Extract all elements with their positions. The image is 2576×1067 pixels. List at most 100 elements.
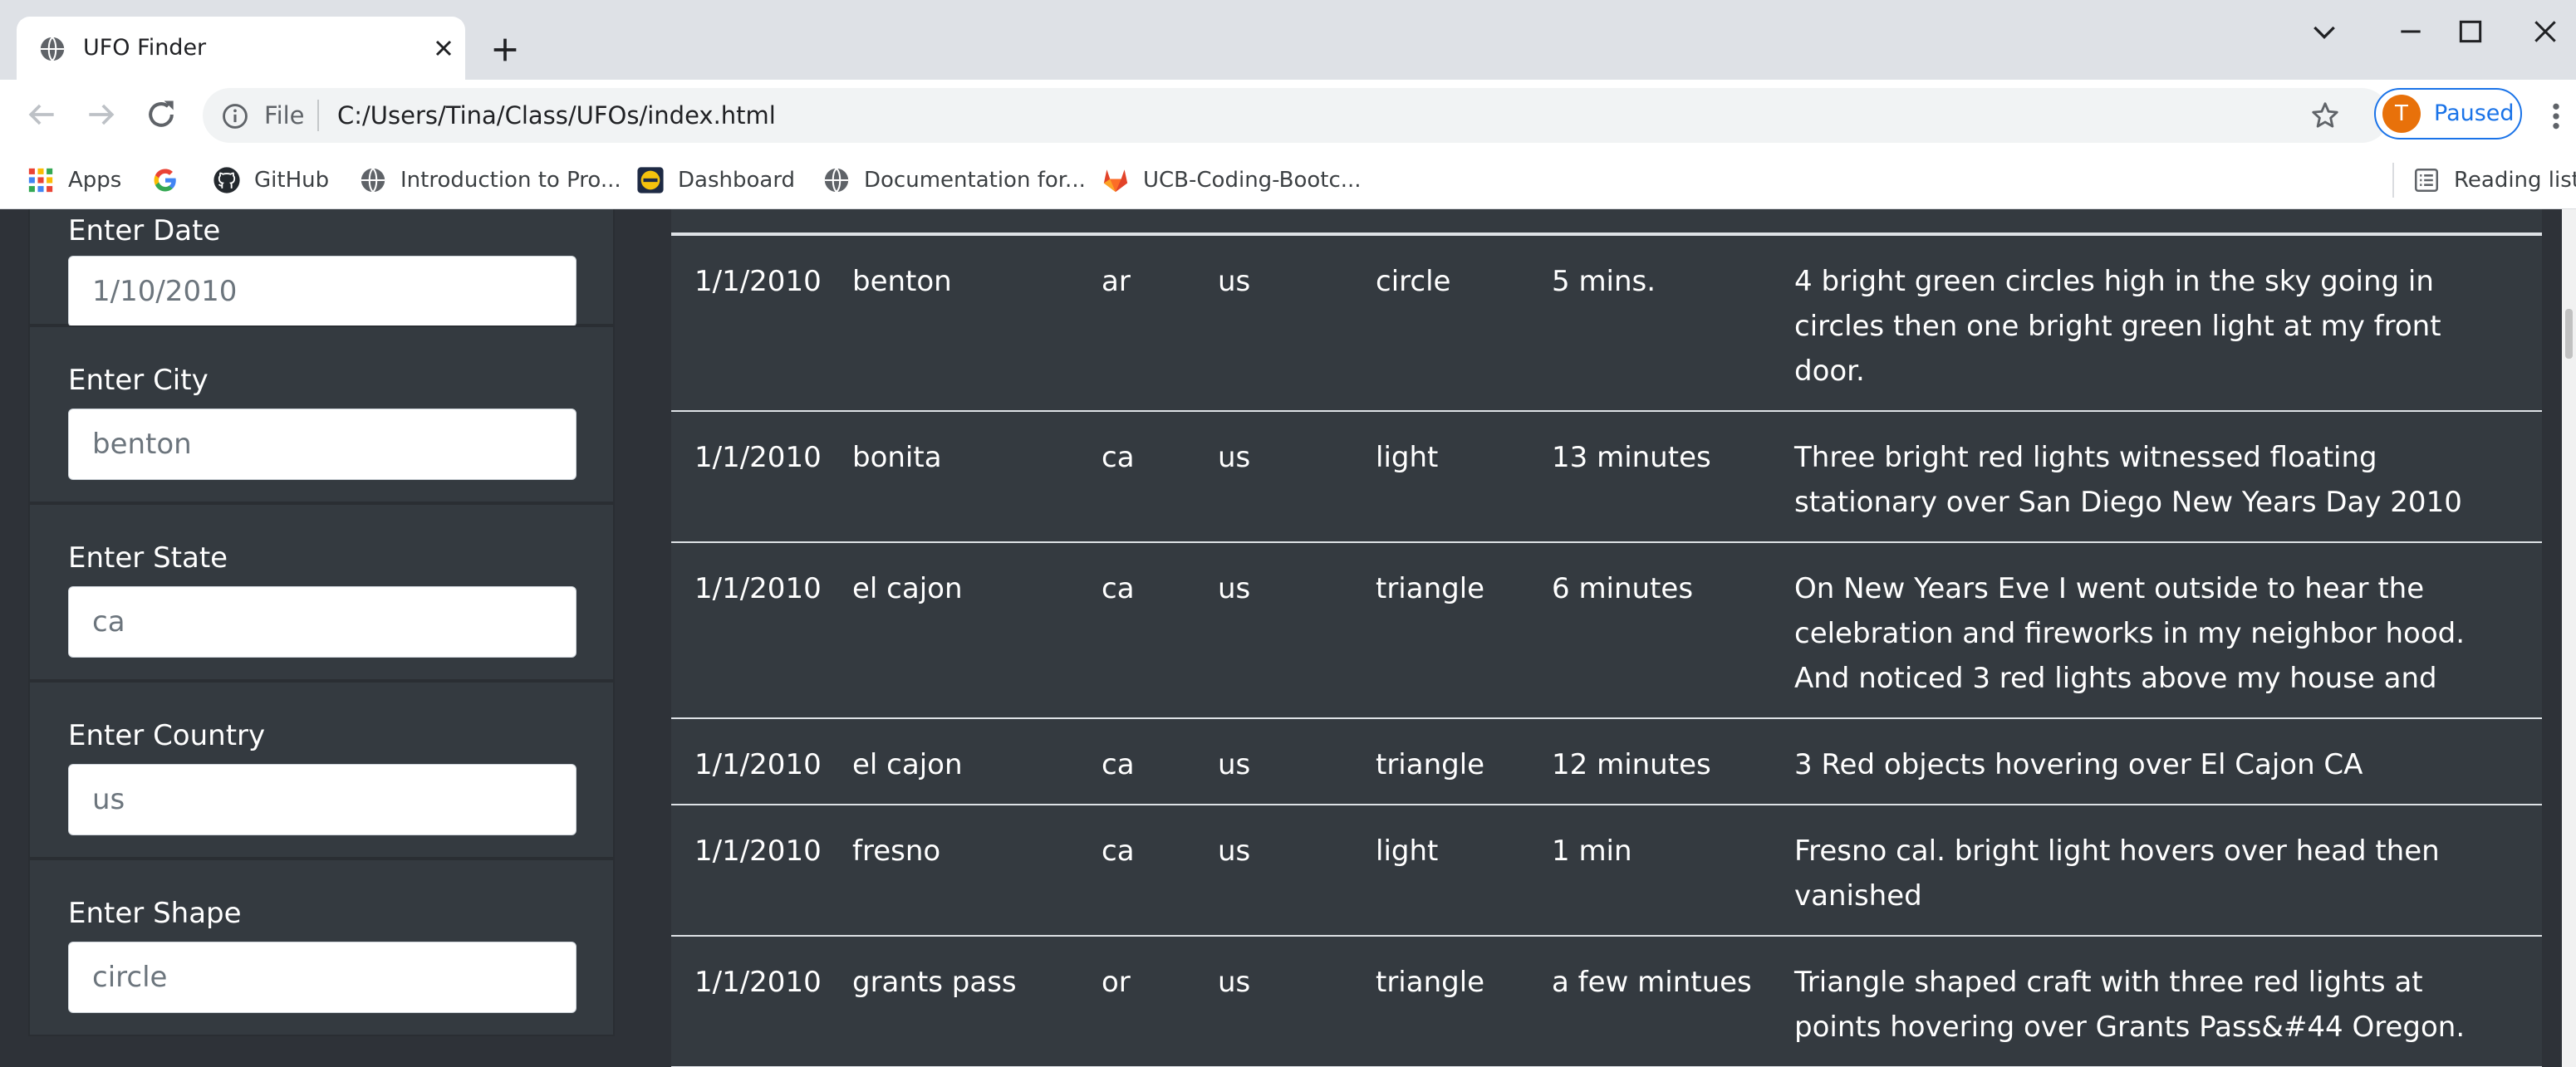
dashboard-logo-icon (637, 167, 664, 193)
page-scrollbar[interactable] (2562, 209, 2576, 1067)
cell-city: bonita (852, 411, 1102, 543)
cell-shape: triangle (1376, 936, 1552, 1067)
bookmark-label: UCB-Coding-Bootc... (1143, 168, 1362, 193)
table-row: 1/1/2010 el cajon ca us triangle 12 minu… (671, 718, 2542, 805)
tab-search-chevron-icon[interactable] (2308, 15, 2341, 48)
minimize-icon[interactable] (2394, 15, 2427, 48)
menu-kebab-icon[interactable] (2544, 100, 2569, 133)
cell-city: el cajon (852, 718, 1102, 805)
cell-state: or (1102, 936, 1218, 1067)
url-text[interactable]: C:/Users/Tina/Class/UFOs/index.html (337, 100, 776, 130)
globe-icon (361, 168, 385, 193)
site-info-icon[interactable] (221, 102, 249, 130)
cell-comments: On New Years Eve I went outside to hear … (1794, 542, 2542, 719)
address-bar[interactable]: File C:/Users/Tina/Class/UFOs/index.html (203, 88, 2389, 143)
cell-shape: triangle (1376, 542, 1552, 719)
reading-list-label: Reading list (2454, 168, 2576, 193)
close-window-icon[interactable] (2529, 15, 2562, 48)
tab-ufo-finder[interactable]: UFO Finder (17, 17, 465, 80)
bookmark-google[interactable] (151, 164, 179, 196)
table-row: 1/1/2010 bonita ca us light 13 minutes T… (671, 411, 2542, 543)
cell-duration: 6 minutes (1552, 542, 1794, 719)
forward-arrow-icon[interactable] (83, 96, 120, 133)
filter-label: Enter Date (68, 214, 221, 247)
cell-duration: a few mintues (1552, 936, 1794, 1067)
table-row: 1/1/2010 grants pass or us triangle a fe… (671, 936, 2542, 1067)
cell-state: ar (1102, 236, 1218, 412)
cell-comments: 3 Red objects hovering over El Cajon CA (1794, 718, 2542, 805)
cell-city: benton (852, 236, 1102, 412)
filter-label: Enter Shape (68, 897, 242, 930)
bookmark-apps[interactable]: Apps (27, 164, 121, 196)
bookmark-introduction[interactable]: Introduction to Pro... (359, 164, 621, 196)
bookmark-label: Introduction to Pro... (400, 168, 621, 193)
filter-label: Enter Country (68, 719, 266, 752)
cell-date: 1/1/2010 (671, 236, 852, 412)
ufo-table: 1/1/2010 benton ar us circle 5 mins. 4 b… (671, 209, 2542, 1067)
cell-date: 1/1/2010 (671, 805, 852, 937)
cell-city: grants pass (852, 936, 1102, 1067)
cell-country: us (1218, 411, 1376, 543)
gitlab-icon (1103, 169, 1128, 193)
cell-date: 1/1/2010 (671, 542, 852, 719)
maximize-icon[interactable] (2454, 15, 2487, 48)
cell-date: 1/1/2010 (671, 936, 852, 1067)
tab-title: UFO Finder (83, 35, 207, 61)
table-row: 1/1/2010 fresno ca us light 1 min Fresno… (671, 805, 2542, 937)
cell-country: us (1218, 936, 1376, 1067)
close-tab-icon[interactable] (430, 35, 457, 61)
country-input[interactable] (68, 764, 577, 835)
filter-state: Enter State (28, 503, 615, 681)
table-row: 1/1/2010 el cajon ca us triangle 6 minut… (671, 542, 2542, 719)
globe-icon (824, 168, 849, 193)
bookmark-github[interactable]: GitHub (213, 164, 329, 196)
profile-status: Paused (2434, 100, 2515, 126)
cell-comments: Triangle shaped craft with three red lig… (1794, 936, 2542, 1067)
filter-shape: Enter Shape (28, 859, 615, 1036)
reading-list-button[interactable]: Reading list (2412, 164, 2576, 196)
date-input[interactable] (68, 256, 577, 327)
cell-shape: light (1376, 411, 1552, 543)
cell-duration: 12 minutes (1552, 718, 1794, 805)
cell-comments: Fresno cal. bright light hovers over hea… (1794, 805, 2542, 937)
new-tab-icon[interactable] (488, 33, 522, 66)
back-arrow-icon[interactable] (23, 96, 60, 133)
bookmark-label: Documentation for... (864, 168, 1086, 193)
cell-country: us (1218, 718, 1376, 805)
cell-country: us (1218, 805, 1376, 937)
profile-button[interactable]: T Paused (2374, 88, 2522, 139)
url-scheme: File (264, 101, 305, 130)
bookmark-star-icon[interactable] (2309, 100, 2341, 131)
cell-shape: light (1376, 805, 1552, 937)
browser-toolbar: File C:/Users/Tina/Class/UFOs/index.html… (0, 80, 2576, 151)
cell-country: us (1218, 236, 1376, 412)
cell-comments: 4 bright green circles high in the sky g… (1794, 236, 2542, 412)
cell-country: us (1218, 542, 1376, 719)
cell-duration: 13 minutes (1552, 411, 1794, 543)
bookmark-ucb-coding[interactable]: UCB-Coding-Bootc... (1102, 164, 1362, 196)
bookmark-documentation[interactable]: Documentation for... (822, 164, 1086, 196)
sightings-table: 1/1/2010 benton ar us circle 5 mins. 4 b… (671, 236, 2542, 1067)
cell-shape: triangle (1376, 718, 1552, 805)
github-icon (213, 167, 240, 193)
reload-icon[interactable] (143, 96, 179, 133)
tab-strip: UFO Finder (0, 0, 2576, 80)
cell-state: ca (1102, 411, 1218, 543)
cell-duration: 5 mins. (1552, 236, 1794, 412)
shape-input[interactable] (68, 942, 577, 1013)
google-icon (154, 169, 176, 192)
city-input[interactable] (68, 409, 577, 480)
bookmark-label: GitHub (254, 168, 330, 193)
cell-state: ca (1102, 718, 1218, 805)
filter-label: Enter City (68, 364, 209, 397)
bookmark-dashboard[interactable]: Dashboard (636, 164, 795, 196)
cell-city: fresno (852, 805, 1102, 937)
cell-date: 1/1/2010 (671, 411, 852, 543)
state-input[interactable] (68, 586, 577, 658)
scrollbar-thumb[interactable] (2565, 309, 2573, 359)
url-separator (317, 100, 319, 131)
reading-list-icon (2414, 168, 2439, 193)
bookmark-label: Dashboard (678, 168, 796, 193)
cell-state: ca (1102, 542, 1218, 719)
bookmark-label: Apps (68, 168, 122, 193)
